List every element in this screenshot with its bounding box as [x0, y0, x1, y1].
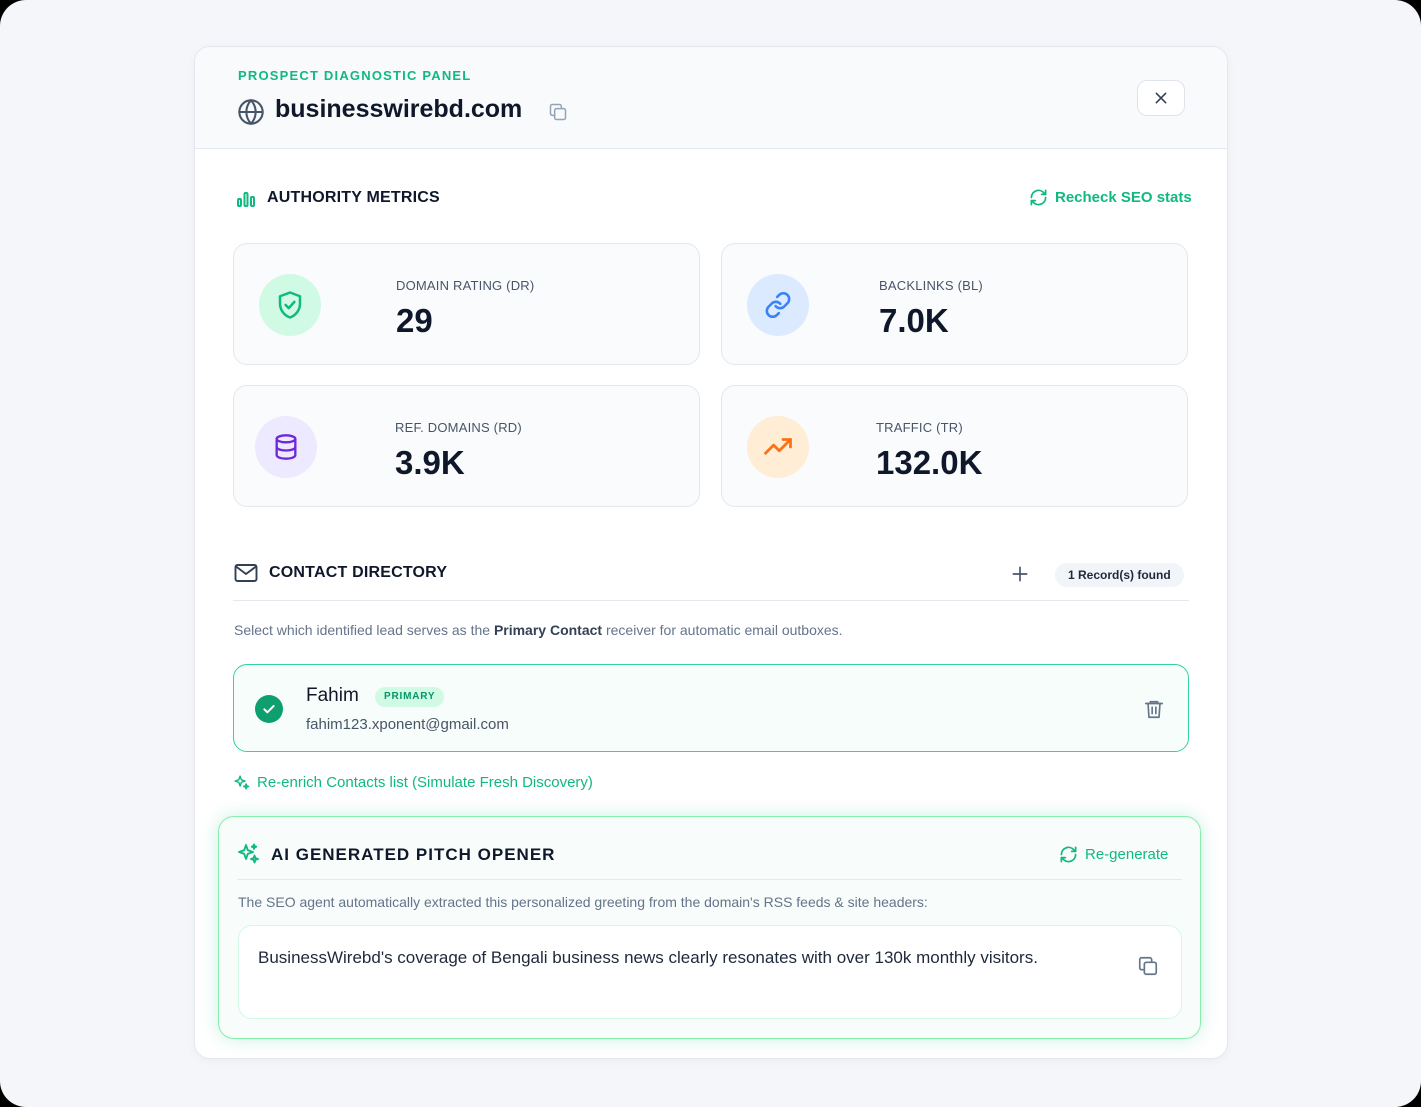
regenerate-label: Re-generate — [1085, 846, 1169, 863]
metric-icon-badge — [255, 416, 317, 478]
metric-value: 29 — [396, 302, 433, 339]
checkmark-icon — [263, 705, 275, 714]
metric-card-ref-domains: REF. DOMAINS (RD) 3.9K — [233, 385, 700, 507]
pitch-text: BusinessWirebd's coverage of Bengali bus… — [258, 948, 1038, 967]
contact-helper-text: Select which identified lead serves as t… — [234, 622, 843, 638]
trending-up-icon — [764, 438, 792, 455]
metric-icon-badge — [747, 274, 809, 336]
authority-metrics-title: AUTHORITY METRICS — [267, 189, 440, 206]
close-icon — [1155, 92, 1167, 104]
database-icon — [275, 434, 297, 460]
shield-check-icon — [278, 291, 302, 319]
app-screen: PROSPECT DIAGNOSTIC PANEL businesswirebd… — [0, 0, 1421, 1107]
pitch-text-box: BusinessWirebd's coverage of Bengali bus… — [238, 925, 1182, 1019]
contact-card-primary[interactable]: Fahim PRIMARY fahim123.xponent@gmail.com — [233, 664, 1189, 752]
metric-label: DOMAIN RATING (DR) — [396, 278, 535, 293]
contact-directory-title: CONTACT DIRECTORY — [269, 564, 448, 581]
ai-pitch-description: The SEO agent automatically extracted th… — [238, 894, 928, 910]
primary-check-icon[interactable] — [255, 695, 283, 723]
metric-label: BACKLINKS (BL) — [879, 278, 983, 293]
metric-label: REF. DOMAINS (RD) — [395, 420, 522, 435]
regenerate-button[interactable]: Re-generate — [1059, 845, 1168, 864]
link-icon — [765, 292, 791, 318]
section-divider — [233, 600, 1189, 601]
refresh-icon — [1060, 846, 1077, 863]
re-enrich-label: Re-enrich Contacts list (Simulate Fresh … — [257, 774, 593, 791]
recheck-seo-label: Recheck SEO stats — [1055, 189, 1192, 206]
add-contact-icon[interactable] — [1010, 564, 1030, 584]
copy-pitch-icon[interactable] — [1137, 955, 1159, 977]
prospect-diagnostic-panel: PROSPECT DIAGNOSTIC PANEL businesswirebd… — [194, 46, 1228, 1059]
ai-card-divider — [237, 879, 1182, 880]
sparkles-icon — [234, 775, 250, 790]
bar-chart-icon — [237, 192, 255, 207]
re-enrich-contacts-link[interactable]: Re-enrich Contacts list (Simulate Fresh … — [233, 774, 593, 791]
metric-card-traffic: TRAFFIC (TR) 132.0K — [721, 385, 1188, 507]
refresh-icon — [1030, 189, 1047, 206]
domain-title: businesswirebd.com — [275, 95, 523, 123]
record-count-badge: 1 Record(s) found — [1055, 563, 1184, 587]
contact-name: Fahim — [306, 685, 359, 706]
metric-card-domain-rating: DOMAIN RATING (DR) 29 — [233, 243, 700, 365]
metric-label: TRAFFIC (TR) — [876, 420, 963, 435]
panel-header: PROSPECT DIAGNOSTIC PANEL businesswirebd… — [195, 47, 1227, 149]
mail-icon — [234, 564, 258, 582]
metric-icon-badge — [259, 274, 321, 336]
close-button[interactable] — [1137, 80, 1185, 116]
recheck-seo-button[interactable]: Recheck SEO stats — [1029, 188, 1192, 207]
contact-email: fahim123.xponent@gmail.com — [306, 716, 509, 733]
metric-card-backlinks: BACKLINKS (BL) 7.0K — [721, 243, 1188, 365]
trash-icon[interactable] — [1143, 698, 1165, 720]
copy-domain-icon[interactable] — [548, 102, 568, 122]
ai-pitch-card: AI GENERATED PITCH OPENER Re-generate Th… — [218, 816, 1201, 1039]
primary-badge: PRIMARY — [375, 687, 445, 707]
panel-eyebrow: PROSPECT DIAGNOSTIC PANEL — [238, 68, 472, 83]
metric-value: 3.9K — [395, 444, 465, 481]
ai-pitch-title: AI GENERATED PITCH OPENER — [271, 845, 556, 864]
metric-icon-badge — [747, 416, 809, 478]
sparkles-icon — [238, 843, 259, 864]
metric-value: 132.0K — [876, 444, 983, 481]
globe-icon — [238, 98, 264, 126]
metric-value: 7.0K — [879, 302, 949, 339]
